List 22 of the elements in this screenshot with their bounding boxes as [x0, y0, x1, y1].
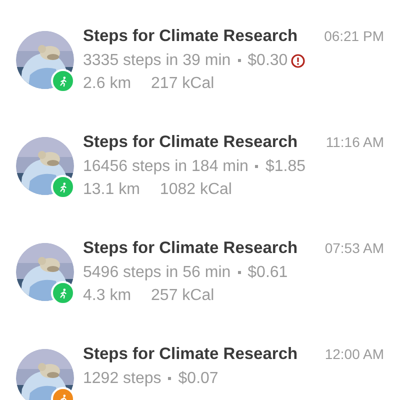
activity-time: 06:21 PM: [324, 28, 384, 44]
earned-amount: $0.30: [248, 52, 288, 70]
calories: 1082 kCal: [160, 180, 232, 198]
distance: 2.6 km: [83, 74, 132, 92]
activity-title: Steps for Climate Research: [83, 345, 298, 364]
step-summary: 16456 steps in 184 min: [83, 158, 248, 176]
earned-amount: $0.61: [248, 264, 288, 282]
activity-time: 11:16 AM: [326, 134, 384, 150]
calories: 217 kCal: [151, 74, 214, 92]
step-summary: 1292 steps: [83, 370, 162, 388]
distance: 13.1 km: [83, 180, 140, 198]
distance: 4.3 km: [83, 286, 132, 304]
activity-title: Steps for Climate Research: [83, 133, 298, 152]
step-summary: 5496 steps in 56 min: [83, 264, 231, 282]
calories: 257 kCal: [151, 286, 214, 304]
earned-amount: $1.85: [265, 158, 306, 176]
step-summary: 3335 steps in 39 min: [83, 52, 231, 70]
activity-time: 12:00 AM: [324, 346, 384, 362]
activity-title: Steps for Climate Research: [83, 239, 298, 258]
activity-time: 07:53 AM: [324, 240, 384, 256]
activity-title: Steps for Climate Research: [83, 27, 298, 46]
earned-amount: $0.07: [178, 370, 218, 388]
